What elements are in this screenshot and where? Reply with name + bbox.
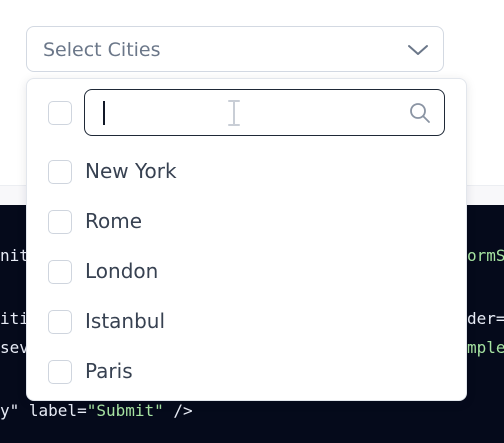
option-label: Istanbul: [85, 309, 166, 333]
code-line-3-left: sev: [0, 338, 29, 357]
option-checkbox[interactable]: [48, 310, 72, 334]
option-new-york[interactable]: New York: [27, 150, 468, 194]
text-caret: [103, 101, 105, 125]
code-line-4: y" label="Submit" />: [0, 401, 193, 421]
chevron-down-icon: [408, 45, 428, 55]
filter-input[interactable]: [95, 96, 399, 131]
option-checkbox[interactable]: [48, 210, 72, 234]
option-rome[interactable]: Rome: [27, 200, 468, 244]
search-icon[interactable]: [408, 101, 432, 125]
option-checkbox[interactable]: [48, 360, 72, 384]
option-istanbul[interactable]: Istanbul: [27, 300, 468, 344]
option-label: Paris: [85, 359, 133, 383]
option-paris[interactable]: Paris: [27, 350, 468, 394]
code-line-4-attr: y" label=: [0, 401, 87, 420]
option-checkbox[interactable]: [48, 260, 72, 284]
select-placeholder: Select Cities: [43, 39, 161, 61]
code-line-4-close: />: [163, 401, 193, 420]
select-all-checkbox[interactable]: [48, 101, 72, 125]
code-line-2-right: der=: [467, 309, 504, 328]
city-multiselect[interactable]: Select Cities: [26, 26, 444, 72]
code-line-3-right: mple: [467, 338, 504, 357]
filter-field[interactable]: [84, 89, 445, 136]
code-line-1-right: ormS: [467, 246, 504, 265]
option-checkbox[interactable]: [48, 160, 72, 184]
code-line-4-string: "Submit": [86, 401, 164, 420]
option-label: New York: [85, 159, 177, 183]
code-line-2-left: iti: [0, 309, 29, 328]
option-london[interactable]: London: [27, 250, 468, 294]
option-label: London: [85, 259, 159, 283]
text-cursor-icon: [228, 100, 240, 126]
dropdown-panel: New York Rome London Istanbul Paris: [26, 78, 467, 401]
option-label: Rome: [85, 209, 143, 233]
code-line-1-left: nit: [0, 246, 29, 265]
